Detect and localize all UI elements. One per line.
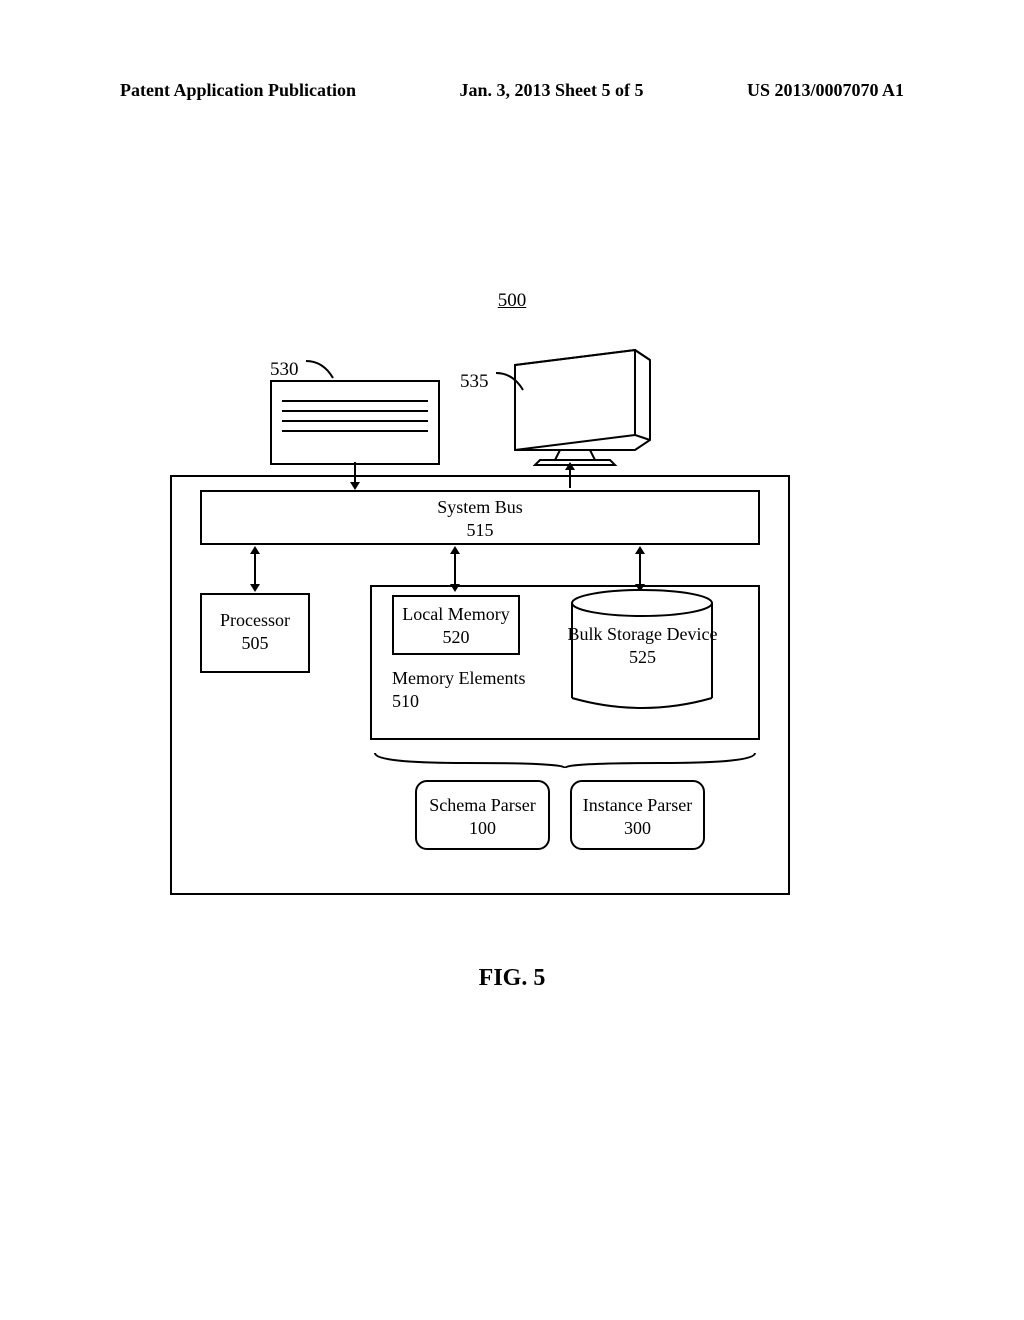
schema-parser-num: 100	[469, 818, 496, 838]
figure-caption: FIG. 5	[0, 965, 1024, 992]
processor-title: Processor	[220, 610, 290, 630]
processor-box: Processor 505	[200, 593, 310, 673]
system-bus-num: 515	[467, 520, 494, 540]
keyboard-icon	[270, 380, 440, 465]
header-patent-number: US 2013/0007070 A1	[747, 80, 904, 101]
bulk-storage-cylinder: Bulk Storage Device 525	[565, 588, 720, 713]
header-date-sheet: Jan. 3, 2013 Sheet 5 of 5	[460, 80, 644, 101]
schema-parser-title: Schema Parser	[429, 795, 535, 815]
instance-parser-title: Instance Parser	[583, 795, 692, 815]
system-bus-box: System Bus 515	[200, 490, 760, 545]
arrow-bidirectional-processor-icon	[245, 544, 265, 594]
instance-parser-box: Instance Parser 300	[570, 780, 705, 850]
memory-elements-label: Memory Elements 510	[392, 667, 525, 714]
header-publication: Patent Application Publication	[120, 80, 356, 101]
instance-parser-num: 300	[624, 818, 651, 838]
curly-brace-icon	[370, 748, 760, 773]
local-memory-num: 520	[443, 627, 470, 647]
page-header: Patent Application Publication Jan. 3, 2…	[0, 80, 1024, 101]
monitor-icon	[490, 345, 660, 475]
schema-parser-box: Schema Parser 100	[415, 780, 550, 850]
local-memory-title: Local Memory	[402, 604, 509, 624]
reference-number: 500	[498, 290, 527, 312]
bulk-storage-label: Bulk Storage Device 525	[565, 623, 720, 670]
processor-num: 505	[242, 633, 269, 653]
system-bus-title: System Bus	[437, 497, 523, 517]
local-memory-box: Local Memory 520	[392, 595, 520, 655]
